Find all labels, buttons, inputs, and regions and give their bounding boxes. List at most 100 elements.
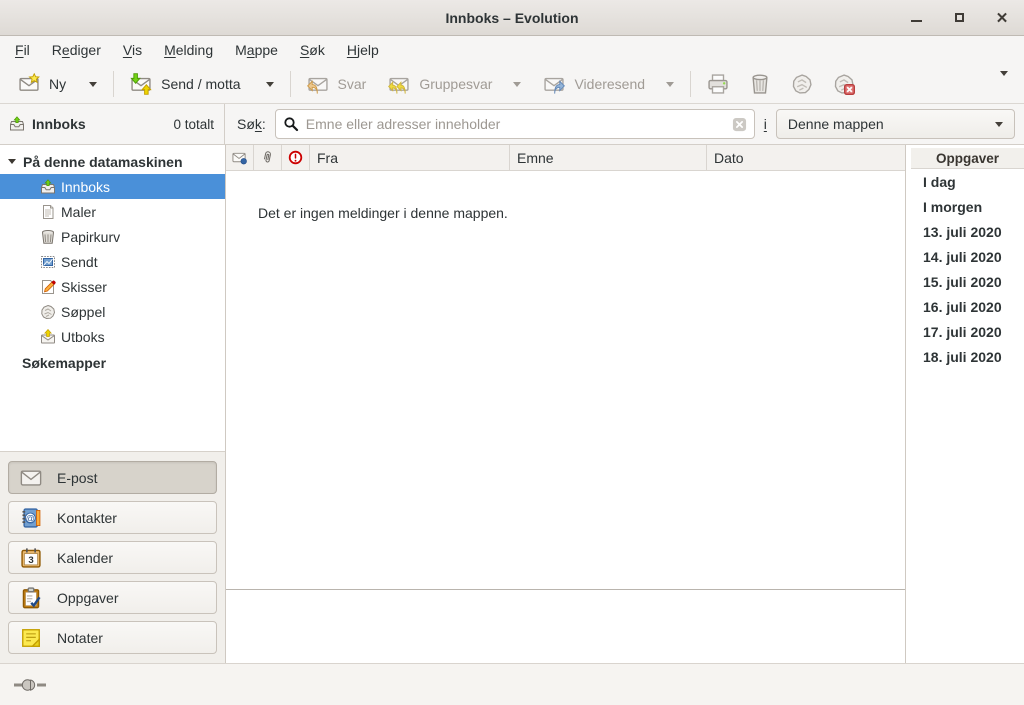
switcher-notater[interactable]: Notater: [8, 621, 217, 654]
folder-list: Innboks Maler Papirkurv Sendt Skisser Søppel U…: [0, 174, 225, 349]
searchbar: Innboks 0 totalt Søk: i Denne mappen: [0, 104, 1024, 145]
search-icon: [283, 116, 299, 132]
svg-text:@: @: [26, 513, 35, 523]
menu-melding[interactable]: Melding: [153, 39, 224, 61]
chevron-down-icon[interactable]: [266, 82, 274, 91]
search-input[interactable]: [306, 116, 725, 132]
task-list-item[interactable]: 13. juli 2020: [911, 219, 1024, 244]
junk-ball-icon: [40, 304, 56, 320]
task-list-item[interactable]: 17. juli 2020: [911, 319, 1024, 344]
chevron-down-icon: [1000, 71, 1008, 96]
task-item-label: I morgen: [923, 199, 982, 215]
reply-button[interactable]: Svar: [299, 67, 375, 101]
column-from[interactable]: Fra: [310, 145, 510, 170]
switcher-epost[interactable]: E-post: [8, 461, 217, 494]
group-reply-button[interactable]: Gruppesvar: [380, 67, 529, 101]
folder-utboks[interactable]: Utboks: [0, 324, 225, 349]
folder-innboks[interactable]: Innboks: [0, 174, 225, 199]
menu-fil[interactable]: Fil: [4, 39, 41, 61]
account-root-label: På denne datamaskinen: [23, 154, 183, 170]
expander-icon[interactable]: [8, 159, 16, 168]
search-scope-value: Denne mappen: [788, 116, 884, 132]
priority-icon: [288, 150, 303, 165]
folder-søppel[interactable]: Søppel: [0, 299, 225, 324]
print-button[interactable]: [699, 67, 737, 101]
folder-label: Søppel: [61, 304, 105, 320]
tasks-panel-header: Oppgaver: [911, 148, 1024, 169]
menu-vis[interactable]: Vis: [112, 39, 153, 61]
task-list-item[interactable]: I dag: [911, 169, 1024, 194]
message-list-body[interactable]: Det er ingen meldinger i denne mappen.: [226, 171, 905, 589]
toolbar-separator: [113, 71, 114, 97]
switcher-label: E-post: [57, 470, 97, 486]
menu-søk[interactable]: Søk: [289, 39, 336, 61]
tasks-list: I dagI morgen13. juli 202014. juli 20201…: [911, 169, 1024, 369]
mark-not-junk-button[interactable]: [825, 67, 863, 101]
switcher-label: Kontakter: [57, 510, 117, 526]
maximize-button[interactable]: [951, 10, 967, 26]
column-attachment[interactable]: [254, 145, 282, 170]
send-receive-label: Send / motta: [161, 76, 240, 92]
sent-icon: [40, 254, 56, 270]
task-item-label: 13. juli 2020: [923, 224, 1002, 240]
account-root-row[interactable]: På denne datamaskinen: [0, 149, 225, 174]
inbox-icon: [40, 179, 56, 195]
chevron-down-icon[interactable]: [89, 82, 97, 91]
delete-button[interactable]: [741, 67, 779, 101]
switcher-kalender[interactable]: 3Kalender: [8, 541, 217, 574]
memos-icon: [20, 627, 42, 649]
outbox-icon: [40, 329, 56, 345]
message-preview-pane: [226, 590, 905, 663]
folder-papirkurv[interactable]: Papirkurv: [0, 224, 225, 249]
mark-junk-button[interactable]: [783, 67, 821, 101]
new-message-label: Ny: [49, 76, 66, 92]
folder-header: Innboks 0 totalt: [0, 104, 225, 144]
view-switcher: E-post @ Kontakter 3Kalender Oppgaver Notater: [0, 451, 225, 663]
online-status-plug-icon: [14, 677, 46, 693]
column-read-status[interactable]: [226, 145, 254, 170]
folder-label: Innboks: [61, 179, 110, 195]
forward-button[interactable]: Videresend: [535, 67, 682, 101]
reply-label: Svar: [338, 76, 367, 92]
svg-text:3: 3: [28, 555, 33, 566]
inbox-icon: [9, 116, 25, 132]
task-list-item[interactable]: 18. juli 2020: [911, 344, 1024, 369]
task-list-item[interactable]: I morgen: [911, 194, 1024, 219]
task-item-label: 16. juli 2020: [923, 299, 1002, 315]
statusbar: [0, 663, 1024, 705]
menu-hjelp[interactable]: Hjelp: [336, 39, 390, 61]
new-mail-icon: [18, 73, 40, 95]
task-list-item[interactable]: 14. juli 2020: [911, 244, 1024, 269]
switcher-oppgaver[interactable]: Oppgaver: [8, 581, 217, 614]
minimize-button[interactable]: [908, 10, 924, 26]
search-folders-row[interactable]: Søkemapper: [0, 350, 225, 375]
folder-skisser[interactable]: Skisser: [0, 274, 225, 299]
task-list-item[interactable]: 16. juli 2020: [911, 294, 1024, 319]
new-message-button[interactable]: Ny: [10, 67, 105, 101]
switcher-label: Oppgaver: [57, 590, 118, 606]
menu-mappe[interactable]: Mappe: [224, 39, 289, 61]
send-receive-button[interactable]: Send / motta: [122, 67, 281, 101]
chevron-down-icon[interactable]: [666, 82, 674, 91]
search-scope-dropdown[interactable]: Denne mappen: [776, 109, 1015, 139]
search-label: Søk:: [237, 116, 266, 132]
folder-label: Sendt: [61, 254, 98, 270]
toolbar-overflow-button[interactable]: [994, 76, 1014, 92]
column-date[interactable]: Dato: [707, 145, 905, 170]
attachment-icon: [260, 150, 275, 165]
search-entry[interactable]: [275, 109, 755, 139]
switcher-kontakter[interactable]: @ Kontakter: [8, 501, 217, 534]
junk-icon: [791, 73, 813, 95]
message-list-header: Fra Emne Dato: [226, 145, 905, 171]
toolbar-separator: [290, 71, 291, 97]
folder-maler[interactable]: Maler: [0, 199, 225, 224]
column-subject[interactable]: Emne: [510, 145, 707, 170]
close-button[interactable]: ✕: [994, 10, 1010, 26]
folder-sendt[interactable]: Sendt: [0, 249, 225, 274]
task-list-item[interactable]: 15. juli 2020: [911, 269, 1024, 294]
chevron-down-icon[interactable]: [513, 82, 521, 91]
menu-rediger[interactable]: Rediger: [41, 39, 112, 61]
clear-search-icon[interactable]: [732, 117, 747, 132]
column-priority[interactable]: [282, 145, 310, 170]
folder-label: Maler: [61, 204, 96, 220]
